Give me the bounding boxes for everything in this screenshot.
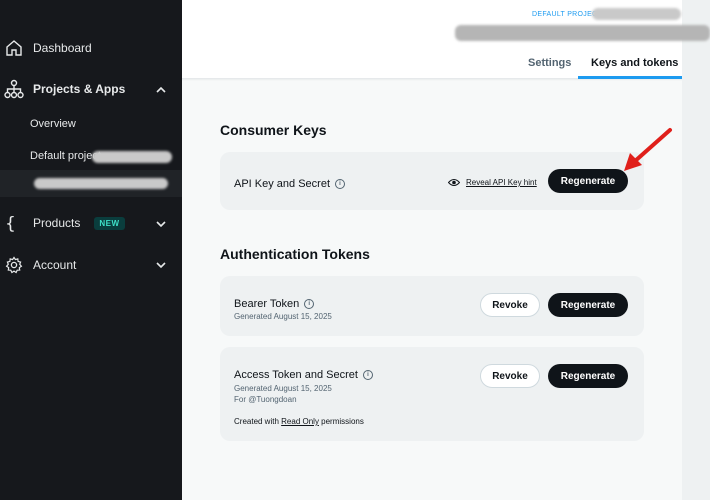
tab-keys-and-tokens[interactable]: Keys and tokens xyxy=(591,57,678,69)
bearer-token-label: Bearer Token i xyxy=(234,298,315,310)
sidebar-item-products[interactable]: { } Products NEW xyxy=(0,213,182,234)
revoke-access-token-button[interactable]: Revoke xyxy=(480,364,540,388)
bearer-token-generated-date: Generated August 15, 2025 xyxy=(234,312,332,321)
sidebar-subitem-app-selected[interactable] xyxy=(0,170,182,197)
access-token-label-text: Access Token and Secret xyxy=(234,369,358,381)
reveal-api-key-link[interactable]: Reveal API Key hint xyxy=(448,178,537,187)
api-key-label: API Key and Secret i xyxy=(234,178,345,190)
eye-icon xyxy=(448,179,460,186)
chevron-up-icon[interactable] xyxy=(155,84,167,96)
home-icon xyxy=(4,38,24,58)
section-title-authentication-tokens: Authentication Tokens xyxy=(220,246,370,262)
regenerate-bearer-token-button[interactable]: Regenerate xyxy=(548,293,628,317)
hierarchy-icon xyxy=(4,79,24,99)
svg-text:{ }: { } xyxy=(5,214,23,234)
sidebar: Dashboard Projects & Apps Overview Defau… xyxy=(0,0,182,500)
sidebar-item-projects-apps[interactable]: Projects & Apps xyxy=(0,79,182,99)
sidebar-subitem-default-project[interactable]: Default project xyxy=(30,150,101,162)
access-token-card: Access Token and Secret i Generated Augu… xyxy=(220,347,644,441)
api-key-label-text: API Key and Secret xyxy=(234,178,330,190)
info-icon[interactable]: i xyxy=(335,179,345,189)
revoke-bearer-token-button[interactable]: Revoke xyxy=(480,293,540,317)
active-tab-indicator xyxy=(578,76,682,79)
sidebar-item-account[interactable]: Account xyxy=(0,255,182,275)
redacted-app-name xyxy=(34,178,168,189)
braces-icon: { } xyxy=(4,213,24,234)
sidebar-item-label: Account xyxy=(33,258,77,272)
scroll-area-edge xyxy=(682,0,710,500)
reveal-api-key-text: Reveal API Key hint xyxy=(466,178,537,187)
sidebar-subitem-overview[interactable]: Overview xyxy=(30,118,76,130)
red-arrow-annotation xyxy=(624,128,672,171)
info-icon[interactable]: i xyxy=(304,299,315,309)
access-token-generated-date: Generated August 15, 2025 xyxy=(234,384,332,393)
bearer-token-label-text: Bearer Token xyxy=(234,298,300,310)
sidebar-item-label: Dashboard xyxy=(33,41,92,55)
regenerate-api-key-button[interactable]: Regenerate xyxy=(548,169,628,193)
regenerate-access-token-button[interactable]: Regenerate xyxy=(548,364,628,388)
permissions-note-suffix: permissions xyxy=(318,417,364,426)
info-icon[interactable]: i xyxy=(362,370,373,380)
gear-icon xyxy=(4,255,24,275)
access-token-label: Access Token and Secret i xyxy=(234,369,373,381)
permissions-note-prefix: Created with xyxy=(234,417,282,426)
section-title-consumer-keys: Consumer Keys xyxy=(220,122,327,138)
redacted-app-title xyxy=(455,25,710,41)
chevron-down-icon[interactable] xyxy=(155,218,167,230)
bearer-token-card: Bearer Token i Generated August 15, 2025… xyxy=(220,276,644,336)
sidebar-item-label: Projects & Apps xyxy=(33,82,126,96)
redacted-project-name xyxy=(92,151,172,163)
access-token-permissions-note: Created with Read Only permissions xyxy=(234,417,364,426)
new-badge: NEW xyxy=(94,216,125,230)
read-only-permissions-link[interactable]: Read Only xyxy=(281,417,319,426)
access-token-owner: For @Tuongdoan xyxy=(234,395,297,404)
redacted-project-id xyxy=(592,8,681,20)
api-key-card: API Key and Secret i Reveal API Key hint… xyxy=(220,152,644,210)
chevron-down-icon[interactable] xyxy=(155,259,167,271)
sidebar-item-dashboard[interactable]: Dashboard xyxy=(0,38,182,58)
sidebar-item-label: Products xyxy=(33,216,81,230)
tab-settings[interactable]: Settings xyxy=(528,57,571,69)
